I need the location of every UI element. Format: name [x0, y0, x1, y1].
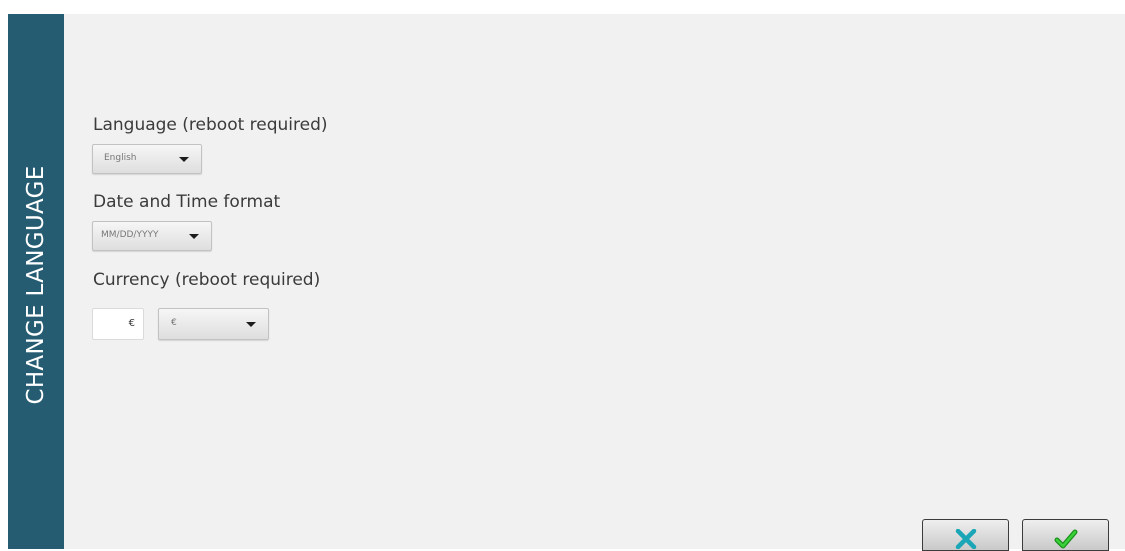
currency-select[interactable]: € — [158, 308, 269, 340]
chevron-down-icon — [179, 157, 189, 162]
change-language-dialog: CHANGE LANGUAGE Language (reboot require… — [8, 14, 1125, 551]
language-select-value: English — [104, 153, 137, 163]
currency-symbol-input[interactable]: € — [92, 308, 144, 340]
datetime-format-select[interactable]: MM/DD/YYYY — [92, 221, 212, 251]
language-label: Language (reboot required) — [93, 115, 328, 135]
cancel-button[interactable] — [922, 519, 1009, 551]
close-icon — [955, 529, 976, 549]
side-banner: CHANGE LANGUAGE — [8, 14, 64, 549]
checkmark-icon — [1054, 529, 1077, 549]
language-select[interactable]: English — [92, 144, 202, 174]
datetime-format-label: Date and Time format — [93, 192, 281, 212]
chevron-down-icon — [189, 234, 199, 239]
currency-select-value: € — [171, 318, 177, 328]
datetime-format-select-value: MM/DD/YYYY — [101, 230, 159, 240]
chevron-down-icon — [246, 322, 256, 327]
dialog-title: CHANGE LANGUAGE — [23, 165, 49, 405]
confirm-button[interactable] — [1022, 519, 1109, 551]
currency-label: Currency (reboot required) — [93, 270, 321, 290]
